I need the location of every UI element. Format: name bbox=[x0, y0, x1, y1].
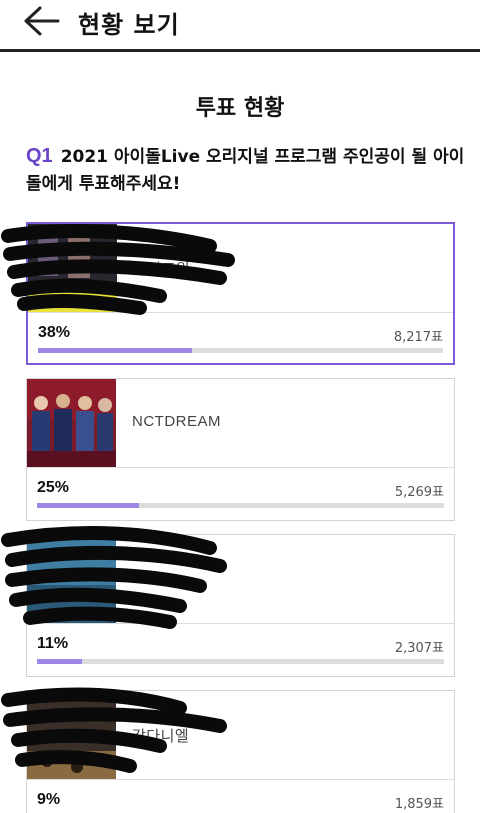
candidate-photo bbox=[27, 379, 116, 467]
progress-track bbox=[38, 348, 443, 353]
arrow-left-icon bbox=[24, 6, 60, 36]
candidate-name: NCTDREAM bbox=[132, 413, 221, 430]
app-header: 현황 보기 bbox=[0, 0, 480, 52]
vote-count: 5,269표 bbox=[394, 485, 444, 500]
progress-track bbox=[37, 503, 444, 508]
candidate-card[interactable]: 11% 2,307표 bbox=[26, 534, 455, 677]
question: Q1 2021 아이돌Live 오리지널 프로그램 주인공이 될 아이돌에게 투표… bbox=[26, 143, 466, 198]
vote-percent: 38% bbox=[38, 324, 71, 341]
progress-fill bbox=[37, 659, 82, 664]
card-divider bbox=[27, 467, 454, 468]
vote-percent: 11% bbox=[37, 635, 69, 652]
page-title: 현황 보기 bbox=[78, 11, 180, 39]
back-button[interactable] bbox=[22, 4, 62, 38]
candidate-card[interactable]: NCTDREAM 25% 5,269표 bbox=[26, 378, 455, 521]
candidate-photo bbox=[27, 691, 116, 779]
progress-track bbox=[37, 659, 444, 664]
candidate-name: 강다니엘 bbox=[132, 728, 190, 745]
progress-fill bbox=[37, 503, 139, 508]
card-divider bbox=[27, 623, 454, 624]
vote-count: 8,217표 bbox=[393, 330, 443, 345]
candidate-photo bbox=[28, 224, 117, 312]
section-title: 투표 현황 bbox=[195, 96, 285, 121]
candidate-card[interactable]: 아이즈원 38% 8,217표 bbox=[26, 222, 455, 365]
candidate-photo bbox=[27, 535, 116, 623]
card-divider bbox=[27, 779, 454, 780]
candidate-card[interactable]: 강다니엘 9% 1,859표 bbox=[26, 690, 455, 813]
progress-fill bbox=[38, 348, 192, 353]
vote-percent: 25% bbox=[37, 479, 70, 496]
question-text: 2021 아이돌Live 오리지널 프로그램 주인공이 될 아이돌에게 투표해주… bbox=[26, 147, 465, 194]
card-divider bbox=[28, 312, 453, 313]
vote-count: 2,307표 bbox=[394, 641, 444, 656]
vote-count: 1,859표 bbox=[394, 797, 444, 812]
question-number: Q1 bbox=[26, 145, 53, 167]
candidate-name: 아이즈원 bbox=[133, 261, 191, 278]
vote-percent: 9% bbox=[37, 791, 61, 808]
